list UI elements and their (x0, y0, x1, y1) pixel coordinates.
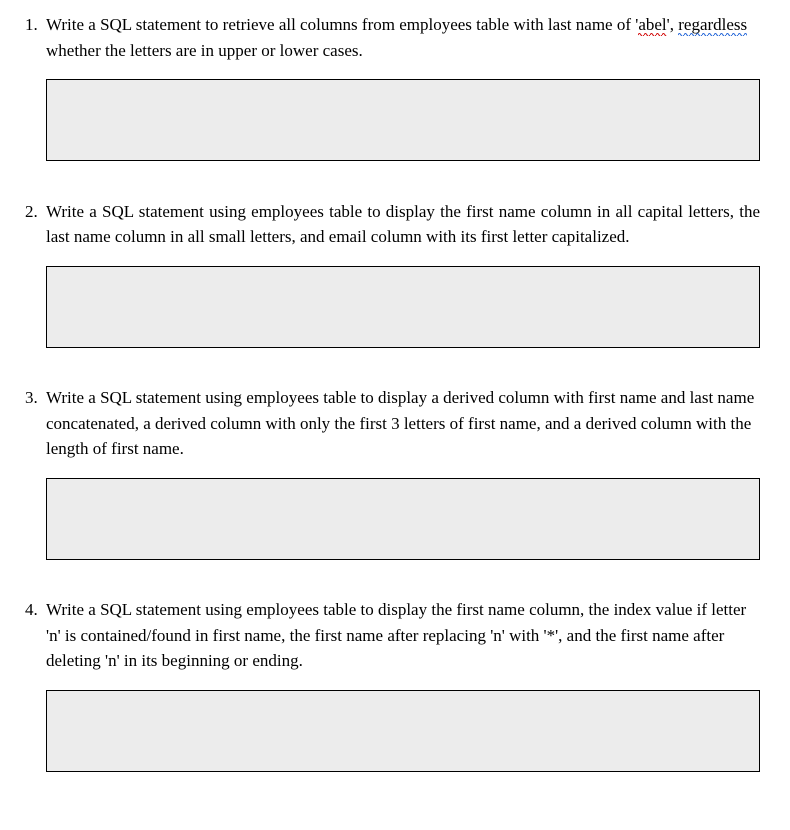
spelling-error-word: abel (638, 15, 666, 36)
question-item-1: Write a SQL statement to retrieve all co… (42, 12, 760, 169)
question-item-2: Write a SQL statement using employees ta… (42, 199, 760, 356)
prompt-text: Write a SQL statement to retrieve all co… (46, 15, 638, 34)
answer-input-3[interactable] (46, 478, 760, 560)
prompt-text: whether the letters are in upper or lowe… (46, 41, 363, 60)
question-prompt: Write a SQL statement to retrieve all co… (46, 12, 760, 63)
question-item-4: Write a SQL statement using employees ta… (42, 597, 760, 779)
grammar-error-word: regardless (678, 15, 747, 36)
prompt-text: Write a SQL statement using employees ta… (46, 600, 746, 670)
question-prompt: Write a SQL statement using employees ta… (46, 199, 760, 250)
question-prompt: Write a SQL statement using employees ta… (46, 385, 760, 462)
answer-input-2[interactable] (46, 266, 760, 348)
question-item-3: Write a SQL statement using employees ta… (42, 385, 760, 567)
answer-input-4[interactable] (46, 690, 760, 772)
question-prompt: Write a SQL statement using employees ta… (46, 597, 760, 674)
prompt-text: Write a SQL statement using employees ta… (46, 202, 760, 247)
answer-input-1[interactable] (46, 79, 760, 161)
prompt-text: Write a SQL statement using employees ta… (46, 388, 754, 458)
document-page: Write a SQL statement to retrieve all co… (0, 0, 790, 830)
question-list: Write a SQL statement to retrieve all co… (10, 12, 760, 779)
prompt-text: ', (667, 15, 679, 34)
